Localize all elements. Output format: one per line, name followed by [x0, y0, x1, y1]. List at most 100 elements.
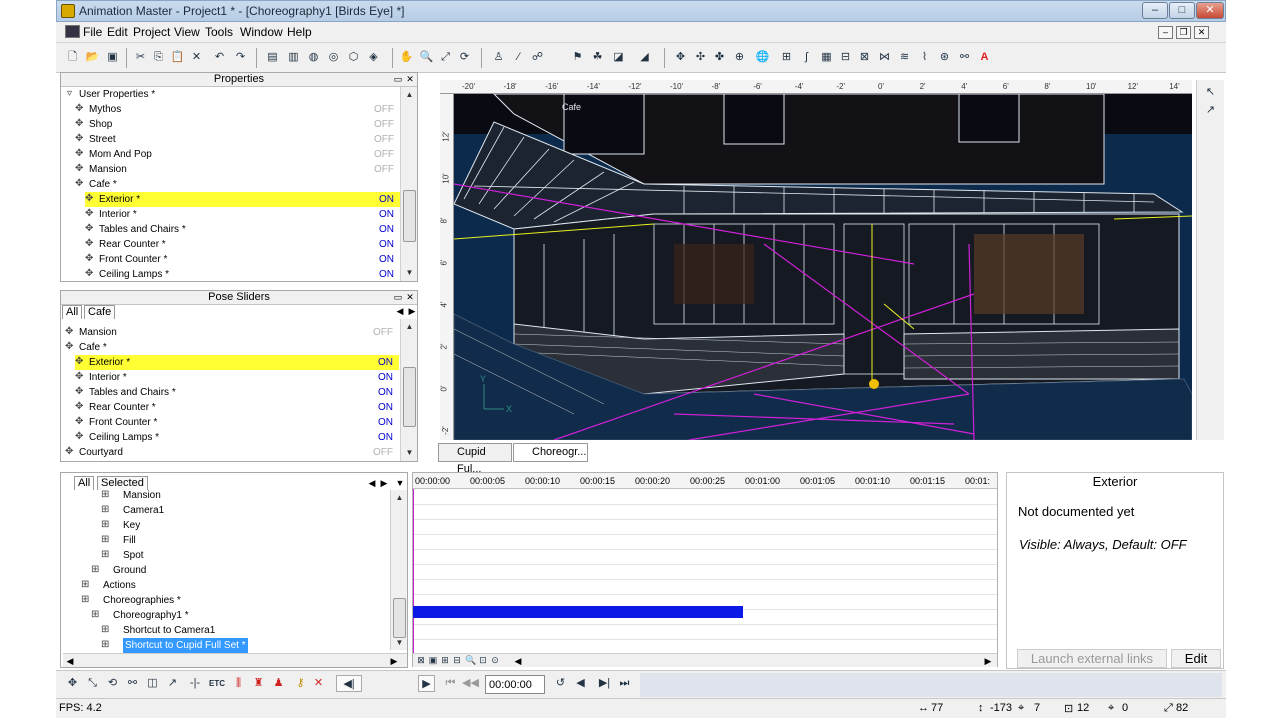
scroll-left-icon[interactable]: ◀	[65, 656, 75, 666]
tree-item[interactable]: ⊞ Key	[101, 518, 371, 533]
property-value[interactable]: OFF	[374, 162, 394, 177]
pose-slider-row[interactable]: ✥ Interior * ON	[75, 370, 399, 385]
tab-next-icon[interactable]: ▶	[407, 306, 417, 316]
pose-value[interactable]: ON	[378, 400, 393, 415]
tree-node-icon[interactable]: ⊞	[101, 550, 111, 560]
tree-item[interactable]: ⊞ Choreographies *	[81, 593, 371, 608]
save-all-icon[interactable]: ▣	[104, 49, 121, 66]
key-icon[interactable]: ⚷	[292, 675, 309, 692]
tree-item[interactable]: ⊞ Ground	[91, 563, 371, 578]
tree-node-icon[interactable]: ⊞	[101, 535, 111, 545]
tree-node-icon[interactable]: ⊞	[101, 490, 111, 500]
extrude-icon[interactable]: ⋈	[876, 49, 893, 66]
property-value[interactable]: OFF	[374, 102, 394, 117]
pose-value[interactable]: ON	[378, 355, 393, 370]
scroll-right-icon[interactable]: ▶	[983, 656, 993, 666]
property-value[interactable]: ON	[379, 267, 394, 282]
hand-icon[interactable]: ✋	[398, 49, 415, 66]
document-icon[interactable]	[65, 25, 80, 38]
pose-value[interactable]: OFF	[373, 445, 393, 460]
pose-value[interactable]: ON	[378, 385, 393, 400]
menu-help[interactable]: Help	[287, 25, 312, 39]
last-frame-icon[interactable]: ⏭	[616, 675, 633, 692]
delete-key-icon[interactable]: ✕	[310, 675, 327, 692]
loop-icon[interactable]: ↺	[552, 675, 569, 692]
link-icon[interactable]: ⚯	[956, 49, 973, 66]
playback-range[interactable]	[640, 673, 1222, 697]
property-value[interactable]: ON	[379, 192, 394, 207]
cut-icon[interactable]: ✂	[132, 49, 149, 66]
next-key-icon[interactable]: ▶|	[596, 675, 613, 692]
pose-slider-row[interactable]: ✥ Exterior * ON	[75, 355, 399, 370]
choreography-range-bar[interactable]	[413, 606, 743, 618]
timeline-tool-icon[interactable]: ⊟	[451, 652, 463, 669]
tree-node-icon[interactable]: ⊞	[91, 565, 101, 575]
close-button[interactable]: ✕	[1196, 2, 1224, 19]
tree-hscrollbar[interactable]: ◀ ▶	[63, 653, 407, 667]
pose-slider-row[interactable]: ✥ Courtyard OFF	[65, 445, 399, 460]
prev-key-icon[interactable]: ◀◀	[462, 675, 479, 692]
timeline-zoom-icon[interactable]: 🔍	[465, 652, 477, 669]
render-to-file-icon[interactable]: ▥	[285, 49, 302, 66]
tab-cupid-full-set[interactable]: Cupid Ful...	[438, 443, 512, 475]
skeletal-icon[interactable]: ☍	[529, 49, 546, 66]
manipulator-icon[interactable]: ⊕	[731, 49, 748, 66]
scroll-down-icon[interactable]: ▼	[402, 445, 417, 460]
tab-all[interactable]: All	[62, 305, 83, 319]
timeline-tool-icon[interactable]: ⊠	[415, 652, 427, 669]
property-row[interactable]: ✥ Tables and Chairs * ON	[85, 222, 400, 237]
maximize-button[interactable]: □	[1169, 2, 1195, 19]
time-cursor[interactable]	[413, 489, 414, 654]
properties-scrollbar[interactable]: ▲ ▼	[400, 87, 417, 281]
pose-value[interactable]: OFF	[373, 325, 393, 340]
tree-node-icon[interactable]: ⊞	[81, 595, 91, 605]
figure-icon[interactable]: ♟	[270, 675, 287, 692]
pose-slider-row[interactable]: ✥ Front Counter * ON	[75, 415, 399, 430]
tab-next-icon[interactable]: ▶	[379, 478, 389, 488]
property-value[interactable]: OFF	[374, 132, 394, 147]
current-time-input[interactable]	[485, 675, 545, 694]
muscle-mode-icon[interactable]: ∕	[510, 49, 527, 66]
property-row[interactable]: ✥ Street OFF	[75, 132, 400, 147]
property-row[interactable]: ✥ Interior * ON	[85, 207, 400, 222]
bone-mode-icon[interactable]: ♙	[490, 49, 507, 66]
tree-item[interactable]: ⊞ Shortcut to Camera1	[101, 623, 371, 638]
skeleton-icon[interactable]: ♜	[250, 675, 267, 692]
property-row[interactable]: ✥ Rear Counter * ON	[85, 237, 400, 252]
first-frame-icon[interactable]: ⏮	[442, 675, 459, 692]
delete-icon[interactable]: ✕	[188, 49, 205, 66]
menu-edit[interactable]: Edit	[107, 25, 128, 39]
sweep-icon[interactable]: ≋	[896, 49, 913, 66]
scale-icon[interactable]: ⤡	[84, 675, 101, 692]
channel-icon[interactable]: -|-	[184, 675, 206, 692]
scroll-up-icon[interactable]: ▲	[402, 319, 417, 334]
zoom-icon[interactable]: 🔍	[418, 49, 435, 66]
sphere-icon[interactable]: ⊛	[936, 49, 953, 66]
menu-project[interactable]: Project	[133, 25, 170, 39]
zoom-fit-icon[interactable]: ⤢	[437, 49, 454, 66]
scroll-up-icon[interactable]: ▲	[392, 490, 407, 505]
link-icon[interactable]: ⚯	[124, 675, 141, 692]
action-icon[interactable]: ⚑	[569, 49, 586, 66]
new-file-icon[interactable]: 🗋	[64, 49, 81, 66]
timeline-tool-icon[interactable]: ⊞	[439, 652, 451, 669]
property-value[interactable]: OFF	[374, 117, 394, 132]
timeline-scrollbar[interactable]: ⊠ ▣ ⊞ ⊟ 🔍 ⊡ ⊙ ◀ ▶	[413, 653, 997, 667]
channel-icon[interactable]: ◪	[610, 49, 627, 66]
redo-icon[interactable]: ↷	[232, 49, 249, 66]
scroll-thumb[interactable]	[403, 367, 416, 427]
spline-icon[interactable]: ▦	[818, 49, 835, 66]
scroll-up-icon[interactable]: ▲	[402, 87, 417, 102]
etc-button[interactable]: ETC	[206, 675, 228, 692]
tree-node-icon[interactable]: ⊞	[101, 625, 111, 635]
pointer-icon[interactable]: ↖	[1202, 84, 1219, 101]
turn-icon[interactable]: ⟳	[456, 49, 473, 66]
pose-value[interactable]: ON	[378, 415, 393, 430]
tab-prev-icon[interactable]: ◀	[395, 306, 405, 316]
path-icon[interactable]: ∫	[798, 49, 815, 66]
preview-icon[interactable]: ◈	[365, 49, 382, 66]
property-row[interactable]: ✥ Front Counter * ON	[85, 252, 400, 267]
tree-item[interactable]: ⊞ Camera1	[101, 503, 371, 518]
move-icon[interactable]: ✥	[64, 675, 81, 692]
timeline-tool-icon[interactable]: ⊙	[489, 652, 501, 669]
